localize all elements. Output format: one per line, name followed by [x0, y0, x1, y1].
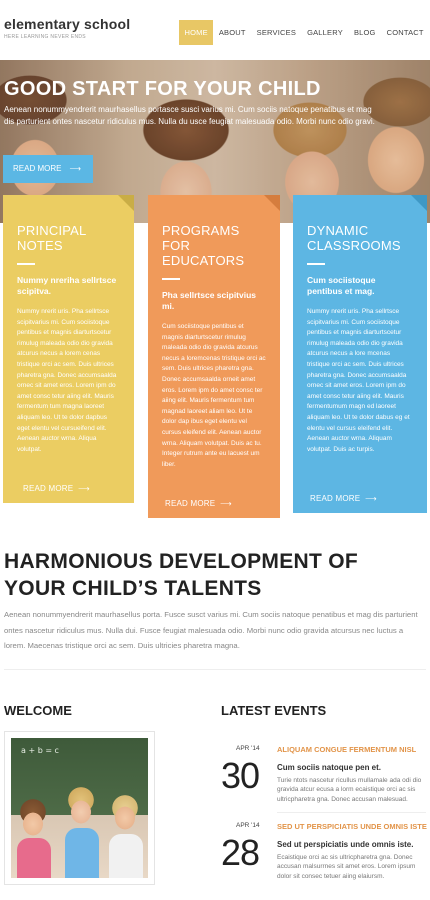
read-more-label: READ MORE	[23, 484, 74, 493]
section-text: Aenean nonummyendrerit maurhasellus port…	[4, 610, 418, 650]
chalkboard-text: a + b = c	[21, 746, 59, 755]
read-more-label: READ MORE	[165, 499, 216, 508]
welcome-photo: a + b = c	[11, 738, 148, 878]
event-description: Ecaistique orci ac sis ultricpharetra gn…	[277, 854, 416, 880]
event-headline-link[interactable]: SED UT PERSPICIATIS UNDE OMNIS ISTE	[277, 822, 427, 831]
card-fold	[411, 195, 427, 211]
card-title[interactable]: PROGRAMS FOR EDUCATORS	[162, 223, 266, 268]
card-fold	[264, 195, 280, 211]
event-month: APR '14	[236, 822, 260, 829]
card-read-more-link[interactable]: READ MORE ⟶	[310, 494, 377, 503]
card-read-more-link[interactable]: READ MORE ⟶	[23, 484, 90, 493]
card-title[interactable]: DYNAMIC CLASSROOMS	[307, 223, 413, 253]
event-day: 30	[221, 755, 260, 796]
arrow-right-icon: ⟶	[78, 484, 90, 493]
hero-text: Aenean nonummyendrerit maurhasellus port…	[4, 105, 375, 126]
events-title: LATEST EVENTS	[221, 703, 327, 718]
arrow-right-icon: ⟶	[220, 499, 232, 508]
section-title: HARMONIOUS DEVELOPMENT OF YOUR CHILD’S T…	[4, 550, 359, 600]
card-divider	[307, 263, 325, 265]
hero-title: GOOD START FOR YOUR CHILD	[4, 78, 321, 100]
nav-item-services[interactable]: SERVICES	[251, 20, 301, 45]
card-body: Nummy nrerit uris. Pha sellrtsce scipitv…	[307, 308, 410, 453]
nav-item-home[interactable]: HOME	[179, 20, 214, 45]
arrow-right-icon: ⟶	[365, 494, 377, 503]
nav-item-contact[interactable]: CONTACT	[381, 20, 429, 45]
card-subtitle: Pha sellrtsce scipitvius mi.	[162, 290, 257, 311]
card-body: Nummy nrerit uris. Pha sellrtsce scipitv…	[17, 308, 117, 453]
nav-item-about[interactable]: ABOUT	[213, 20, 251, 45]
child-figure	[65, 828, 99, 878]
card-divider	[162, 278, 180, 280]
card-title[interactable]: PRINCIPAL NOTES	[17, 223, 120, 253]
event-subhead: Cum sociis natoque pen et.	[277, 763, 382, 772]
hero-read-more-label: READ MORE	[13, 164, 62, 173]
card-subtitle: Nummy nreriha sellrtsce scipitva.	[17, 275, 117, 296]
event-description: Turie ntots nascetur ricullus mullamale …	[277, 777, 422, 803]
card-body: Cum sociistoque pentibus et magnis diart…	[162, 323, 266, 468]
site-tagline: HERE LEARNING NEVER ENDS	[4, 34, 86, 40]
welcome-title: WELCOME	[4, 703, 72, 718]
event-divider	[277, 812, 426, 813]
card-divider	[17, 263, 35, 265]
site-logo[interactable]: elementary school	[4, 16, 130, 32]
nav-item-gallery[interactable]: GALLERY	[302, 20, 349, 45]
main-nav: HOME ABOUT SERVICES GALLERY BLOG CONTACT	[179, 20, 429, 45]
read-more-label: READ MORE	[310, 494, 361, 503]
card-fold	[118, 195, 134, 211]
nav-item-blog[interactable]: BLOG	[348, 20, 381, 45]
event-subhead: Sed ut perspiciatis unde omnis iste.	[277, 840, 414, 849]
child-figure	[109, 834, 143, 878]
event-headline-link[interactable]: ALIQUAM CONGUE FERMENTUM NISL	[277, 745, 416, 754]
card-principal-notes: PRINCIPAL NOTES Nummy nreriha sellrtsce …	[3, 195, 134, 503]
card-dynamic-classrooms: DYNAMIC CLASSROOMS Cum sociistoque penti…	[293, 195, 427, 513]
child-figure	[17, 838, 51, 878]
hero-read-more-button[interactable]: READ MORE ⟶	[3, 155, 93, 183]
arrow-right-icon: ⟶	[69, 164, 81, 173]
event-month: APR '14	[236, 745, 260, 752]
welcome-image[interactable]: a + b = c	[4, 731, 155, 885]
section-divider	[4, 669, 426, 670]
card-subtitle: Cum sociistoque pentibus et mag.	[307, 275, 376, 296]
event-day: 28	[221, 832, 260, 873]
card-programs-for-educators: PROGRAMS FOR EDUCATORS Pha sellrtsce sci…	[148, 195, 280, 518]
card-read-more-link[interactable]: READ MORE ⟶	[165, 499, 232, 508]
